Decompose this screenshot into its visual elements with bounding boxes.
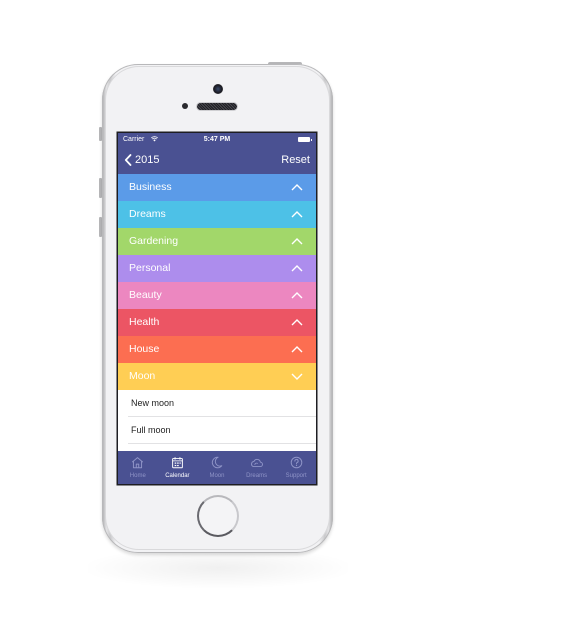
chevron-up-icon [291, 265, 303, 272]
category-row-dreams[interactable]: Dreams [118, 201, 316, 228]
back-button[interactable]: 2015 [124, 146, 159, 174]
cloud-icon [251, 458, 264, 468]
list-filler [118, 444, 316, 451]
tab-home[interactable]: Home [118, 451, 158, 484]
category-row-gardening[interactable]: Gardening [118, 228, 316, 255]
tab-support[interactable]: Support [276, 451, 316, 484]
front-camera [213, 84, 223, 94]
chevron-down-icon [291, 373, 303, 380]
phone-shadow [88, 548, 348, 588]
status-bar: Carrier 5:47 PM [118, 133, 316, 146]
subcategory-row-new-moon[interactable]: New moon [118, 390, 316, 417]
home-icon [132, 457, 144, 469]
chevron-up-icon [291, 184, 303, 191]
home-button[interactable] [197, 495, 239, 537]
category-label: House [129, 343, 160, 355]
category-row-health[interactable]: Health [118, 309, 316, 336]
chevron-up-icon [291, 238, 303, 245]
tab-label: Support [285, 473, 307, 479]
app-screen: Carrier 5:47 PM 2015 Reset Business Drea… [118, 133, 316, 484]
tab-label: Calendar [165, 473, 190, 479]
status-time: 5:47 PM [203, 136, 231, 143]
back-button-label: 2015 [135, 154, 160, 166]
tab-label: Home [129, 473, 146, 479]
navigation-bar: 2015 Reset [118, 146, 316, 174]
category-label: Beauty [129, 289, 162, 301]
category-row-personal[interactable]: Personal [118, 255, 316, 282]
tab-bar: Home Calendar Moon Dreams Support [118, 451, 316, 484]
tab-calendar[interactable]: Calendar [158, 451, 198, 484]
category-row-business[interactable]: Business [118, 174, 316, 201]
earpiece-speaker [197, 103, 237, 110]
chevron-up-icon [291, 211, 303, 218]
battery-icon [298, 137, 312, 142]
category-label: Moon [129, 370, 156, 382]
chevron-up-icon [291, 319, 303, 326]
calendar-icon [172, 457, 183, 469]
category-label: Personal [129, 262, 171, 274]
question-circle-icon [290, 456, 302, 469]
category-label: Dreams [129, 208, 166, 220]
subcategory-label: Full moon [131, 425, 171, 435]
tab-moon[interactable]: Moon [197, 451, 237, 484]
moon-icon [212, 456, 223, 469]
category-label: Health [129, 316, 160, 328]
category-row-beauty[interactable]: Beauty [118, 282, 316, 309]
chevron-up-icon [291, 346, 303, 353]
chevron-up-icon [291, 292, 303, 299]
tab-dreams[interactable]: Dreams [237, 451, 277, 484]
proximity-sensor [182, 103, 188, 109]
category-row-house[interactable]: House [118, 336, 316, 363]
subcategory-label: New moon [131, 398, 175, 408]
tab-label: Moon [209, 473, 225, 479]
category-row-moon[interactable]: Moon [118, 363, 316, 390]
category-label: Gardening [129, 235, 179, 247]
category-label: Business [129, 181, 172, 193]
category-list: Business Dreams Gardening Personal Beaut… [118, 174, 316, 451]
reset-button[interactable]: Reset [281, 146, 310, 174]
chevron-left-icon [124, 154, 132, 166]
tab-label: Dreams [246, 473, 268, 479]
subcategory-row-full-moon[interactable]: Full moon [118, 417, 316, 444]
